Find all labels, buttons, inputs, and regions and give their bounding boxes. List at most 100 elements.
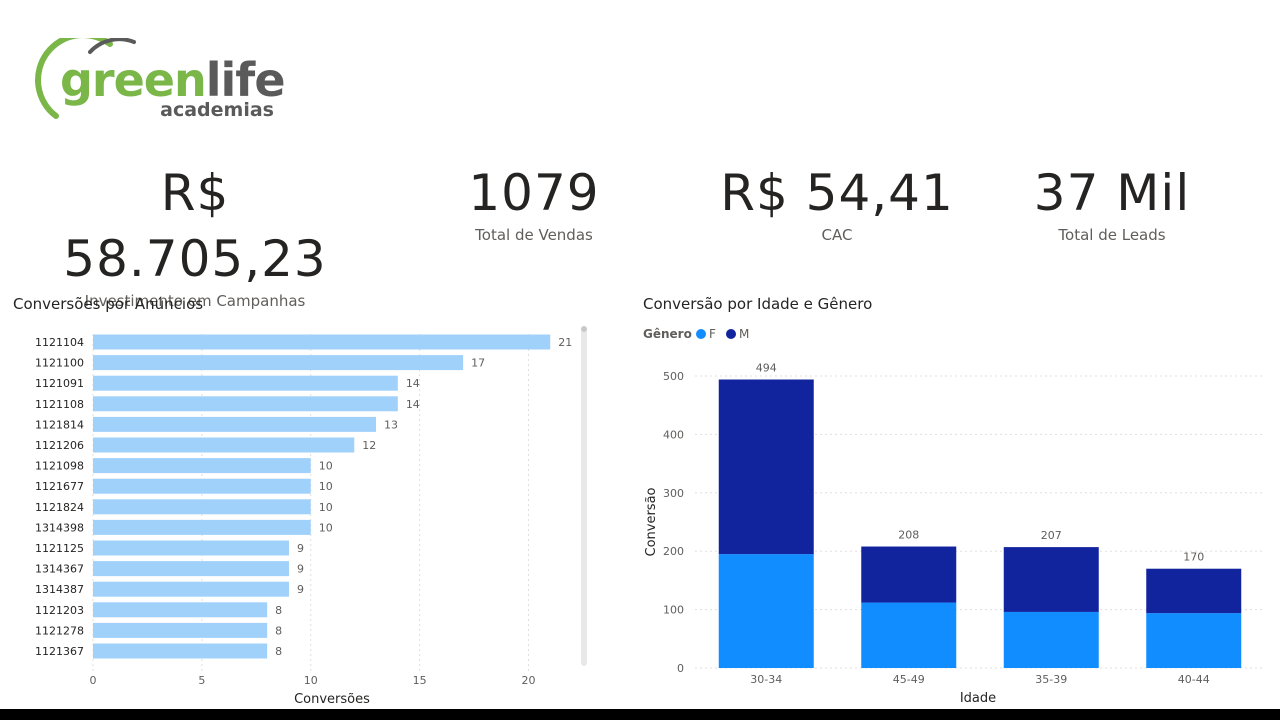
category-label: 1121125	[35, 542, 84, 555]
kpi-value: 1079	[468, 164, 600, 222]
bar	[93, 499, 311, 515]
category-label: 1121091	[35, 377, 84, 390]
y-tick-label: 300	[663, 487, 684, 500]
legend-label: M	[739, 327, 749, 341]
bar-segment	[1146, 568, 1242, 614]
bar	[93, 437, 355, 453]
bar-segment	[1003, 611, 1099, 668]
category-label: 1121098	[35, 460, 84, 473]
total-label: 207	[1041, 529, 1062, 542]
bar-segment	[718, 554, 814, 668]
bar-segment	[1146, 613, 1242, 668]
bar-segment	[861, 546, 957, 603]
x-tick-label: 35-39	[1035, 673, 1067, 686]
total-label: 208	[898, 529, 919, 542]
greenlife-logo: greenlife academias	[30, 32, 290, 124]
kpi-label: Total de Vendas	[475, 226, 593, 244]
data-label: 17	[471, 357, 485, 370]
kpi-value: 37 Mil	[1033, 164, 1191, 222]
x-tick-label: 15	[413, 674, 427, 687]
bar	[93, 519, 311, 535]
x-tick-label: 30-34	[750, 673, 782, 686]
category-label: 1121108	[35, 398, 84, 411]
footer-bar	[0, 709, 1280, 720]
y-tick-label: 500	[663, 370, 684, 383]
legend-label: F	[709, 327, 716, 341]
category-label: 1121104	[35, 336, 84, 349]
total-label: 494	[756, 362, 777, 375]
bar	[93, 622, 268, 638]
kpi-value: R$ 58.705,23	[63, 164, 327, 288]
legend-swatch	[696, 329, 706, 339]
bar	[93, 478, 311, 494]
bar-segment	[1003, 547, 1099, 612]
data-label: 10	[319, 460, 333, 473]
category-label: 1121824	[35, 501, 84, 514]
chart-title-anuncios: Conversões por Anúncios	[13, 295, 204, 313]
data-label: 9	[297, 542, 304, 555]
scrollbar-track	[581, 328, 587, 666]
kpi-value: R$ 54,41	[720, 164, 954, 222]
category-label: 1314387	[35, 583, 84, 596]
kpi-label: Total de Leads	[1058, 226, 1166, 244]
category-label: 1121203	[35, 604, 84, 617]
data-label: 14	[406, 398, 420, 411]
legend-title: Gênero	[643, 327, 692, 341]
bar	[93, 643, 268, 659]
bar-segment	[718, 379, 814, 555]
bar	[93, 355, 464, 371]
y-tick-label: 100	[663, 604, 684, 617]
x-tick-label: 0	[90, 674, 97, 687]
category-label: 1121278	[35, 624, 84, 637]
bar	[93, 581, 289, 597]
data-label: 8	[275, 624, 282, 637]
kpi-label: CAC	[821, 226, 853, 244]
data-label: 8	[275, 645, 282, 658]
y-tick-label: 200	[663, 545, 684, 558]
category-label: 1314398	[35, 521, 84, 534]
kpi-cac: R$ 54,41 CAC	[677, 160, 997, 244]
bar	[93, 561, 289, 577]
x-axis-title: Conversões	[294, 692, 370, 707]
total-label: 170	[1183, 551, 1204, 564]
category-label: 1121677	[35, 480, 84, 493]
x-tick-label: 10	[304, 674, 318, 687]
data-label: 10	[319, 480, 333, 493]
data-label: 10	[319, 501, 333, 514]
y-tick-label: 400	[663, 428, 684, 441]
data-label: 21	[558, 336, 572, 349]
chart-conversoes-anuncios: 0 5 10 15 20 1121104 21 1121100 17 1121091 14 11211…	[35, 326, 587, 707]
chart-conversao-idade-genero: Gênero F M 0 100 200 300 400 500 494 30-34 208 45-49…	[643, 327, 1265, 706]
logo-graphic: greenlife academias	[35, 32, 286, 121]
bar-segment	[861, 602, 957, 668]
category-label: 1121814	[35, 418, 84, 431]
chart-title-idade-genero: Conversão por Idade e Gênero	[643, 295, 873, 313]
bar	[93, 396, 398, 412]
bar	[93, 416, 377, 432]
category-label: 1121100	[35, 357, 84, 370]
data-label: 9	[297, 563, 304, 576]
x-tick-label: 40-44	[1178, 673, 1210, 686]
category-label: 1121367	[35, 645, 84, 658]
kpi-leads: 37 Mil Total de Leads	[952, 160, 1272, 244]
x-axis-title: Idade	[960, 691, 996, 706]
bar	[93, 540, 289, 556]
x-tick-label: 20	[521, 674, 535, 687]
x-tick-label: 5	[198, 674, 205, 687]
bar	[93, 375, 398, 391]
kpi-investimento: R$ 58.705,23 Investimento em Campanhas	[35, 160, 355, 310]
y-axis-title: Conversão	[644, 487, 659, 556]
y-tick-label: 0	[677, 662, 684, 675]
x-tick-label: 45-49	[893, 673, 925, 686]
bar	[93, 602, 268, 618]
bar	[93, 334, 551, 350]
category-label: 1121206	[35, 439, 84, 452]
logo-subtitle: academias	[160, 99, 274, 121]
data-label: 9	[297, 583, 304, 596]
category-label: 1314367	[35, 563, 84, 576]
data-label: 14	[406, 377, 420, 390]
kpi-vendas: 1079 Total de Vendas	[374, 160, 694, 244]
data-label: 8	[275, 604, 282, 617]
scrollbar-thumb	[581, 326, 587, 332]
data-label: 12	[362, 439, 376, 452]
